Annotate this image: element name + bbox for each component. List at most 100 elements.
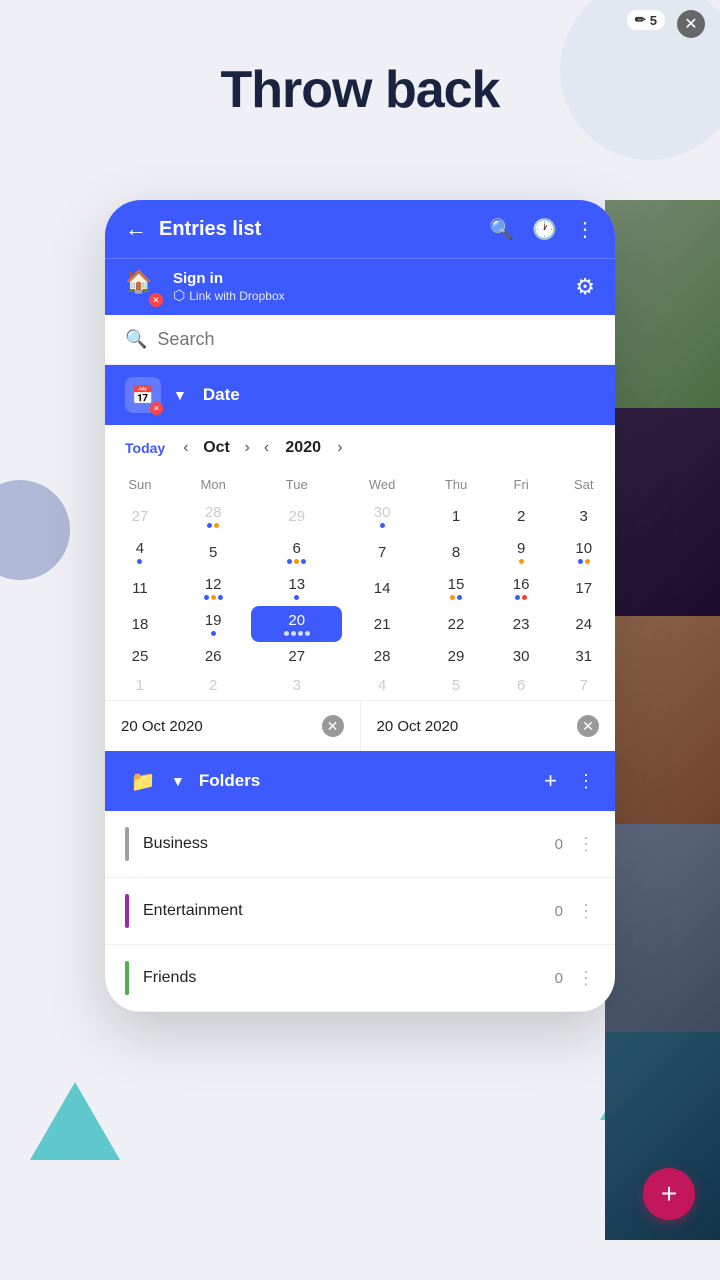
next-year-button[interactable]: › bbox=[333, 437, 346, 459]
prev-year-button[interactable]: ‹ bbox=[260, 437, 273, 459]
calendar-day[interactable]: 21 bbox=[342, 606, 422, 642]
calendar-day[interactable]: 27 bbox=[105, 498, 175, 534]
calendar-day[interactable]: 22 bbox=[422, 606, 490, 642]
weekday-sat: Sat bbox=[552, 471, 615, 498]
calendar-day[interactable]: 23 bbox=[490, 606, 553, 642]
date-section-icon: 📅 ✕ bbox=[125, 377, 161, 413]
calendar-day[interactable]: 3 bbox=[552, 498, 615, 534]
signin-left: 🏠 ✕ Sign in ⬡ Link with Dropbox bbox=[125, 269, 285, 305]
calendar-day[interactable]: 28 bbox=[342, 642, 422, 671]
home-icon-wrap: 🏠 ✕ bbox=[125, 269, 161, 305]
calendar-day[interactable]: 19 bbox=[175, 606, 251, 642]
calendar-nav: Today ‹ Oct › ‹ 2020 › bbox=[105, 425, 615, 471]
next-month-button[interactable]: › bbox=[241, 437, 254, 459]
calendar-day[interactable]: 14 bbox=[342, 570, 422, 606]
home-icon: 🏠 bbox=[125, 269, 152, 294]
calendar-week-row: 18192021222324 bbox=[105, 606, 615, 642]
date-section-title: Date bbox=[203, 385, 240, 405]
settings-button[interactable]: ⚙ bbox=[575, 274, 595, 300]
calendar-grid: Sun Mon Tue Wed Thu Fri Sat 272829301234… bbox=[105, 471, 615, 700]
calendar-day[interactable]: 8 bbox=[422, 534, 490, 570]
date-end[interactable]: 20 Oct 2020 bbox=[377, 718, 568, 735]
calendar-week-row: 11121314151617 bbox=[105, 570, 615, 606]
signin-bar: 🏠 ✕ Sign in ⬡ Link with Dropbox ⚙ bbox=[105, 258, 615, 315]
folder-item[interactable]: Friends 0 ⋮ bbox=[105, 945, 615, 1012]
calendar-day[interactable]: 26 bbox=[175, 642, 251, 671]
bg-decoration-triangle-left bbox=[30, 1082, 120, 1160]
calendar-day[interactable]: 4 bbox=[342, 671, 422, 700]
today-button[interactable]: Today bbox=[125, 440, 165, 456]
calendar-day[interactable]: 7 bbox=[342, 534, 422, 570]
calendar-day[interactable]: 20 bbox=[251, 606, 342, 642]
calendar-day[interactable]: 1 bbox=[422, 498, 490, 534]
folder-name: Business bbox=[143, 835, 555, 853]
floating-action-button[interactable]: + bbox=[643, 1168, 695, 1220]
folder-menu-button[interactable]: ⋮ bbox=[577, 968, 595, 989]
folders-section-header[interactable]: 📁 ▼ Folders + ⋮ bbox=[105, 751, 615, 811]
calendar-day[interactable]: 28 bbox=[175, 498, 251, 534]
photo-slot-3[interactable] bbox=[605, 616, 720, 824]
folders-title: Folders bbox=[199, 771, 534, 791]
calendar-day[interactable]: 15 bbox=[422, 570, 490, 606]
folder-count: 0 bbox=[555, 836, 563, 853]
date-start[interactable]: 20 Oct 2020 bbox=[121, 718, 312, 735]
folder-indicator bbox=[125, 827, 129, 861]
calendar-day[interactable]: 13 bbox=[251, 570, 342, 606]
calendar-week-row: 1234567 bbox=[105, 671, 615, 700]
folder-menu-button[interactable]: ⋮ bbox=[577, 901, 595, 922]
calendar-day[interactable]: 24 bbox=[552, 606, 615, 642]
calendar-day[interactable]: 29 bbox=[422, 642, 490, 671]
clear-start-icon: ✕ bbox=[327, 718, 339, 735]
clear-end-button[interactable]: ✕ bbox=[577, 715, 599, 737]
app-title: Entries list bbox=[159, 218, 477, 241]
photo-slot-2[interactable] bbox=[605, 408, 720, 616]
dropbox-icon: ⬡ bbox=[173, 287, 185, 304]
calendar-day[interactable]: 27 bbox=[251, 642, 342, 671]
prev-month-button[interactable]: ‹ bbox=[179, 437, 192, 459]
add-icon: + bbox=[661, 1178, 677, 1210]
calendar-day[interactable]: 1 bbox=[105, 671, 175, 700]
add-folder-button[interactable]: + bbox=[544, 768, 557, 794]
back-button[interactable]: ← bbox=[125, 216, 147, 242]
folder-item[interactable]: Business 0 ⋮ bbox=[105, 811, 615, 878]
calendar-day[interactable]: 30 bbox=[490, 642, 553, 671]
calendar-day[interactable]: 9 bbox=[490, 534, 553, 570]
calendar-day[interactable]: 29 bbox=[251, 498, 342, 534]
folder-count: 0 bbox=[555, 970, 563, 987]
photo-slot-4[interactable] bbox=[605, 824, 720, 1032]
calendar-day[interactable]: 6 bbox=[490, 671, 553, 700]
calendar-day[interactable]: 5 bbox=[422, 671, 490, 700]
search-button[interactable]: 🔍 bbox=[489, 217, 514, 242]
page-title: Throw back bbox=[0, 60, 720, 120]
calendar-day[interactable]: 4 bbox=[105, 534, 175, 570]
calendar-day[interactable]: 11 bbox=[105, 570, 175, 606]
calendar-day[interactable]: 5 bbox=[175, 534, 251, 570]
date-icon-badge: ✕ bbox=[150, 402, 163, 415]
date-section-header[interactable]: 📅 ✕ ▼ Date bbox=[105, 365, 615, 425]
more-button[interactable]: ⋮ bbox=[575, 217, 595, 242]
calendar-day[interactable]: 2 bbox=[490, 498, 553, 534]
calendar-day[interactable]: 16 bbox=[490, 570, 553, 606]
weekday-wed: Wed bbox=[342, 471, 422, 498]
photo-slot-1[interactable] bbox=[605, 200, 720, 408]
calendar-day[interactable]: 3 bbox=[251, 671, 342, 700]
calendar-day[interactable]: 25 bbox=[105, 642, 175, 671]
signin-text: Sign in ⬡ Link with Dropbox bbox=[173, 270, 285, 304]
folders-more-button[interactable]: ⋮ bbox=[577, 771, 595, 792]
calendar-day[interactable]: 2 bbox=[175, 671, 251, 700]
search-input[interactable] bbox=[157, 329, 595, 350]
calendar-day[interactable]: 6 bbox=[251, 534, 342, 570]
folder-menu-button[interactable]: ⋮ bbox=[577, 834, 595, 855]
calendar-day[interactable]: 17 bbox=[552, 570, 615, 606]
signin-title[interactable]: Sign in bbox=[173, 270, 285, 287]
calendar-day[interactable]: 30 bbox=[342, 498, 422, 534]
calendar-day[interactable]: 10 bbox=[552, 534, 615, 570]
calendar-day[interactable]: 12 bbox=[175, 570, 251, 606]
history-button[interactable]: 🕐 bbox=[532, 217, 557, 242]
clear-start-button[interactable]: ✕ bbox=[322, 715, 344, 737]
calendar-day[interactable]: 7 bbox=[552, 671, 615, 700]
close-photo-button[interactable]: ✕ bbox=[677, 10, 705, 38]
calendar-day[interactable]: 31 bbox=[552, 642, 615, 671]
folder-item[interactable]: Entertainment 0 ⋮ bbox=[105, 878, 615, 945]
calendar-day[interactable]: 18 bbox=[105, 606, 175, 642]
